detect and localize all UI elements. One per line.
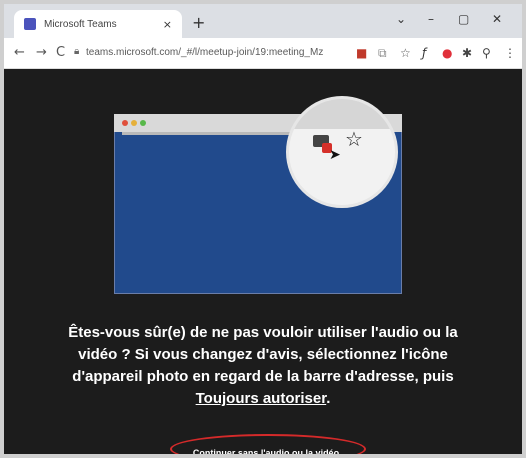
function-extension-icon[interactable]: ƒ xyxy=(422,46,426,60)
extensions-puzzle-icon[interactable]: ✱ xyxy=(462,46,472,60)
profile-icon[interactable]: ⚲ xyxy=(482,46,491,60)
mouse-cursor-icon: ➤ xyxy=(329,147,341,163)
reload-icon[interactable]: C xyxy=(56,45,65,60)
minimize-icon[interactable]: – xyxy=(428,12,434,26)
camera-blocked-icon[interactable]: ■ xyxy=(356,46,367,60)
message-line-2: vidéo ? Si vous changez d'avis, sélectio… xyxy=(78,346,448,363)
tab-search-icon[interactable]: ⌄ xyxy=(396,12,406,26)
teams-logo-icon xyxy=(24,18,36,30)
menu-kebab-icon[interactable]: ⋮ xyxy=(504,46,516,60)
maximize-icon[interactable]: ▢ xyxy=(458,12,469,26)
browser-tab-bar: Microsoft Teams × + ⌄ – ▢ ✕ xyxy=(4,4,522,38)
browser-address-bar: ← → C 🔒︎ teams.microsoft.com/_#/l/meetup… xyxy=(4,38,522,69)
close-tab-icon[interactable]: × xyxy=(163,18,172,31)
share-icon[interactable]: ⧉ xyxy=(378,46,387,61)
message-suffix: . xyxy=(326,390,331,407)
lock-icon[interactable]: 🔒︎ xyxy=(74,46,79,57)
message-line-4: Toujours autoriser. xyxy=(24,388,502,410)
continue-without-av-button[interactable]: Continuer sans l'audio ou la vidéo xyxy=(186,442,346,454)
illustration-dot-green xyxy=(140,120,146,126)
new-tab-icon[interactable]: + xyxy=(192,13,205,32)
close-window-icon[interactable]: ✕ xyxy=(492,12,502,26)
always-allow-link[interactable]: Toujours autoriser xyxy=(196,390,327,407)
back-icon[interactable]: ← xyxy=(14,45,25,60)
message-line-1: Êtes-vous sûr(e) de ne pas vouloir utili… xyxy=(68,324,458,341)
permission-message: Êtes-vous sûr(e) de ne pas vouloir utili… xyxy=(24,322,502,410)
illustration-dot-yellow xyxy=(131,120,137,126)
tab-title: Microsoft Teams xyxy=(44,18,117,30)
url-field[interactable]: teams.microsoft.com/_#/l/meetup-join/19:… xyxy=(86,47,323,58)
forward-icon[interactable]: → xyxy=(36,45,47,60)
star-icon: ☆ xyxy=(345,127,363,151)
browser-tab[interactable]: Microsoft Teams × xyxy=(14,10,182,38)
magnifier-circle: ➤ ☆ xyxy=(286,96,398,208)
message-line-3: d'appareil photo en regard de la barre d… xyxy=(72,368,454,385)
bookmark-star-icon[interactable]: ☆ xyxy=(400,46,411,60)
illustration-dot-red xyxy=(122,120,128,126)
screen-frame: Microsoft Teams × + ⌄ – ▢ ✕ ← → C 🔒︎ tea… xyxy=(4,4,522,454)
magnified-toolbar xyxy=(289,99,395,129)
record-extension-icon[interactable]: ● xyxy=(442,46,452,60)
